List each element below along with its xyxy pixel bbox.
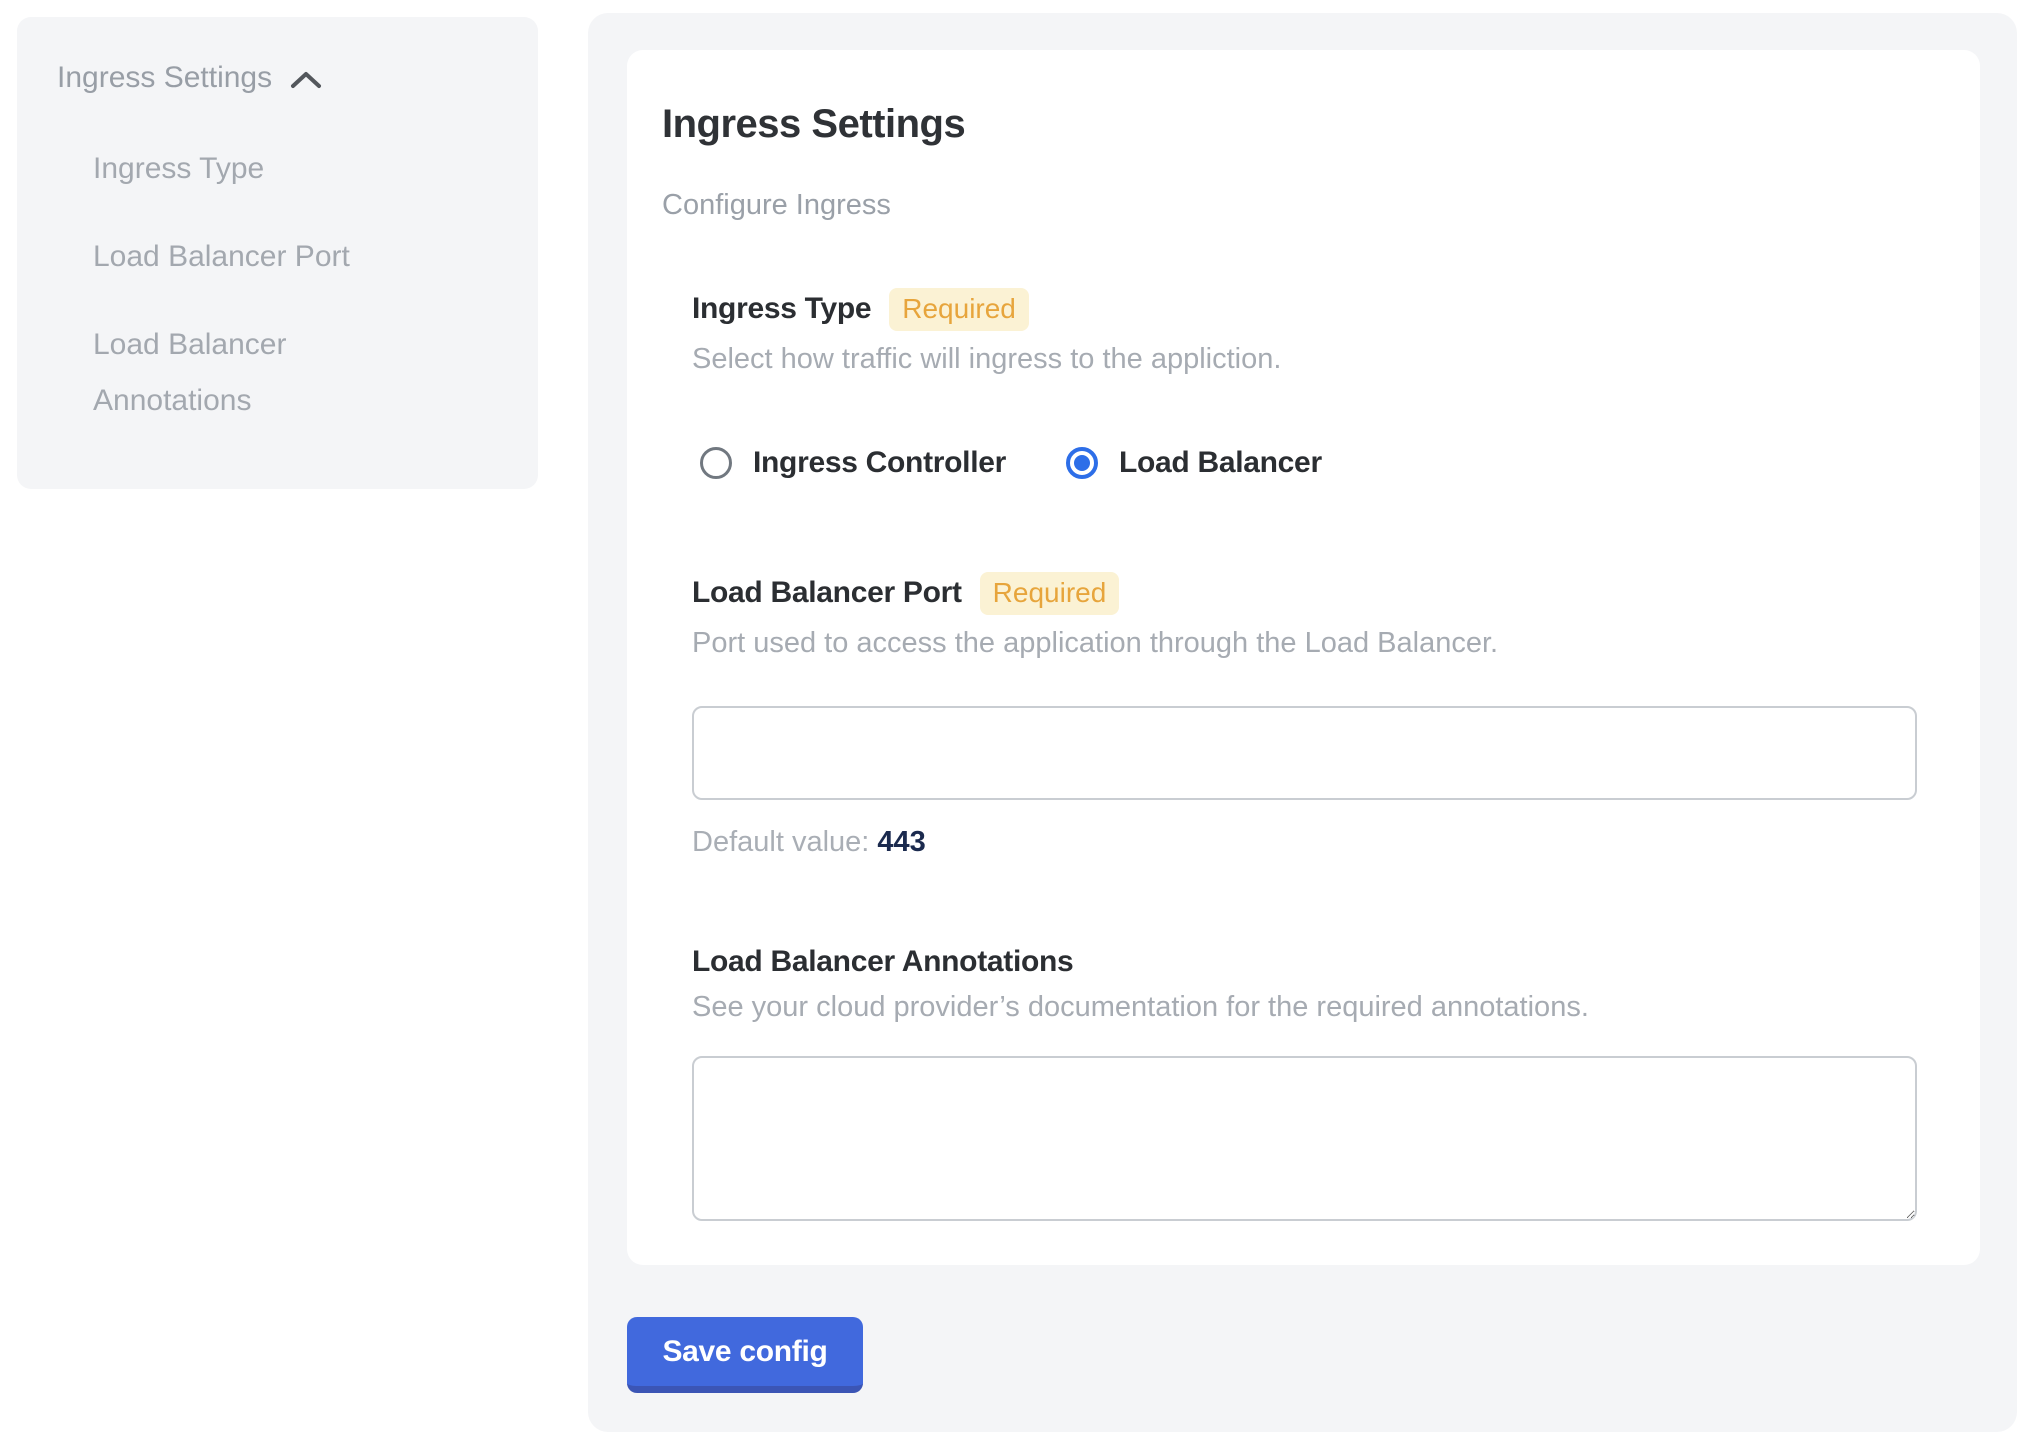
page-subtitle: Configure Ingress [662,189,1980,222]
field-label-load-balancer-annotations: Load Balancer Annotations [692,945,1073,979]
field-description-ingress-type: Select how traffic will ingress to the a… [692,343,1917,376]
page-title: Ingress Settings [662,102,1980,147]
section-ingress-type-head: Ingress Type Required [692,288,1917,331]
radio-button-icon[interactable] [1066,447,1098,479]
required-badge: Required [980,572,1120,615]
sidebar-item-load-balancer-port[interactable]: Load Balancer Port [93,229,423,285]
radio-button-icon[interactable] [700,447,732,479]
ingress-type-radio-group: Ingress Controller Load Balancer [700,446,1917,480]
field-label-ingress-type: Ingress Type [692,292,871,326]
radio-option-ingress-controller[interactable]: Ingress Controller [700,446,1006,480]
ingress-settings-panel: Ingress Settings Configure Ingress Ingre… [588,13,2017,1432]
save-config-button[interactable]: Save config [627,1317,863,1393]
section-load-balancer-annotations: Load Balancer Annotations See your cloud… [692,945,1917,1221]
section-load-balancer-port: Load Balancer Port Required Port used to… [692,572,1917,859]
field-description-load-balancer-annotations: See your cloud provider’s documentation … [692,991,1917,1024]
field-description-load-balancer-port: Port used to access the application thro… [692,627,1917,660]
section-load-balancer-annotations-head: Load Balancer Annotations [692,945,1917,979]
sidebar-item-list: Ingress Type Load Balancer Port Load Bal… [93,141,423,429]
sidebar-item-ingress-type[interactable]: Ingress Type [93,141,423,197]
default-value-line: Default value:443 [692,826,1917,859]
settings-nav-sidebar: Ingress Settings Ingress Type Load Balan… [17,17,538,489]
load-balancer-port-input[interactable] [692,706,1917,800]
section-load-balancer-port-head: Load Balancer Port Required [692,572,1917,615]
default-value-number: 443 [877,826,925,858]
section-ingress-type: Ingress Type Required Select how traffic… [692,288,1917,480]
sidebar-item-load-balancer-annotations[interactable]: Load Balancer Annotations [93,317,423,429]
form-sections: Ingress Type Required Select how traffic… [692,288,1917,1221]
radio-label-load-balancer[interactable]: Load Balancer [1119,446,1322,480]
ingress-settings-form-card: Ingress Settings Configure Ingress Ingre… [627,50,1980,1265]
default-value-label: Default value: [692,826,869,858]
radio-label-ingress-controller[interactable]: Ingress Controller [753,446,1006,480]
load-balancer-annotations-textarea[interactable] [692,1056,1917,1221]
sidebar-group-label: Ingress Settings [57,61,272,95]
required-badge: Required [889,288,1029,331]
sidebar-group-ingress-settings[interactable]: Ingress Settings [57,61,498,95]
chevron-up-icon [290,69,322,91]
radio-option-load-balancer[interactable]: Load Balancer [1066,446,1322,480]
field-label-load-balancer-port: Load Balancer Port [692,576,962,610]
